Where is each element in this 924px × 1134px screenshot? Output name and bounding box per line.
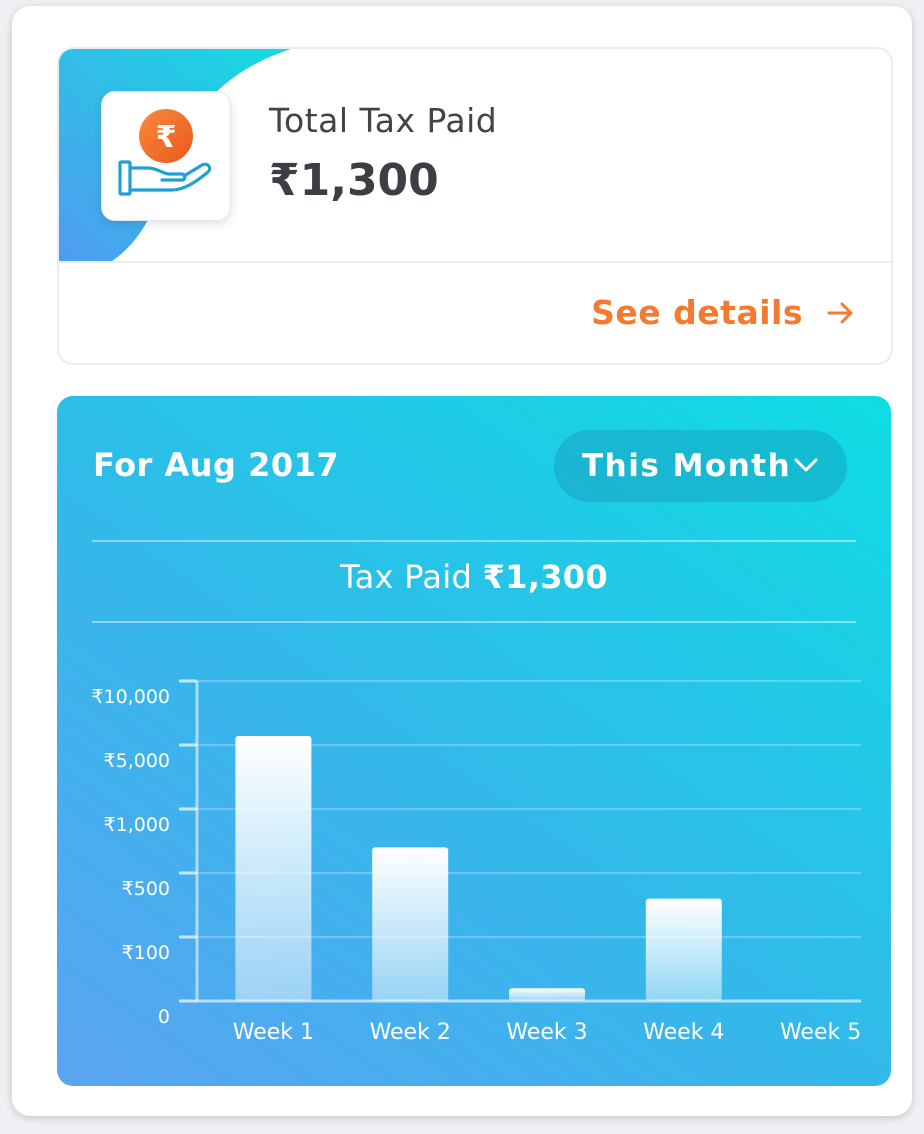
x-tick-label: Week 5	[780, 1020, 861, 1045]
weekly-tax-bar-chart: 0 ₹100 ₹500 ₹1,000 ₹5,000 ₹10,000 Week 1 Week 2…	[91, 679, 861, 1045]
x-tick-label: Week 2	[370, 1020, 451, 1045]
y-tick-label: ₹500	[122, 878, 170, 900]
see-details-link[interactable]: See details	[591, 293, 855, 332]
total-tax-card: ₹ Total Tax Paid ₹1,300 See details	[57, 47, 893, 365]
y-tick-label: ₹10,000	[91, 686, 170, 708]
total-tax-label: Total Tax Paid	[269, 101, 498, 140]
bar-week-3[interactable]	[509, 988, 585, 1001]
tax-widget: ₹ Total Tax Paid ₹1,300 See details For …	[12, 6, 912, 1116]
arrow-right-icon	[827, 302, 853, 323]
tax-icon-tile: ₹	[101, 91, 231, 221]
bar-week-2[interactable]	[372, 847, 449, 1001]
card-divider	[59, 261, 891, 263]
rupee-hand-icon: ₹	[118, 109, 212, 196]
y-tick-label: 0	[158, 1006, 170, 1028]
tax-chart-card: For Aug 2017 This Month Tax Paid ₹1,300 …	[57, 396, 891, 1086]
y-tick-label: ₹5,000	[104, 750, 170, 772]
x-tick-label: Week 3	[506, 1020, 587, 1045]
total-tax-amount: ₹1,300	[269, 155, 439, 206]
bar-week-4[interactable]	[645, 898, 722, 1001]
y-tick-label: ₹1,000	[104, 814, 170, 836]
bar-week-1[interactable]	[235, 736, 312, 1001]
svg-text:₹: ₹	[156, 120, 177, 155]
x-tick-label: Week 4	[643, 1020, 724, 1045]
x-tick-label: Week 1	[233, 1020, 314, 1045]
y-tick-label: ₹100	[122, 942, 170, 964]
see-details-label: See details	[591, 293, 803, 332]
